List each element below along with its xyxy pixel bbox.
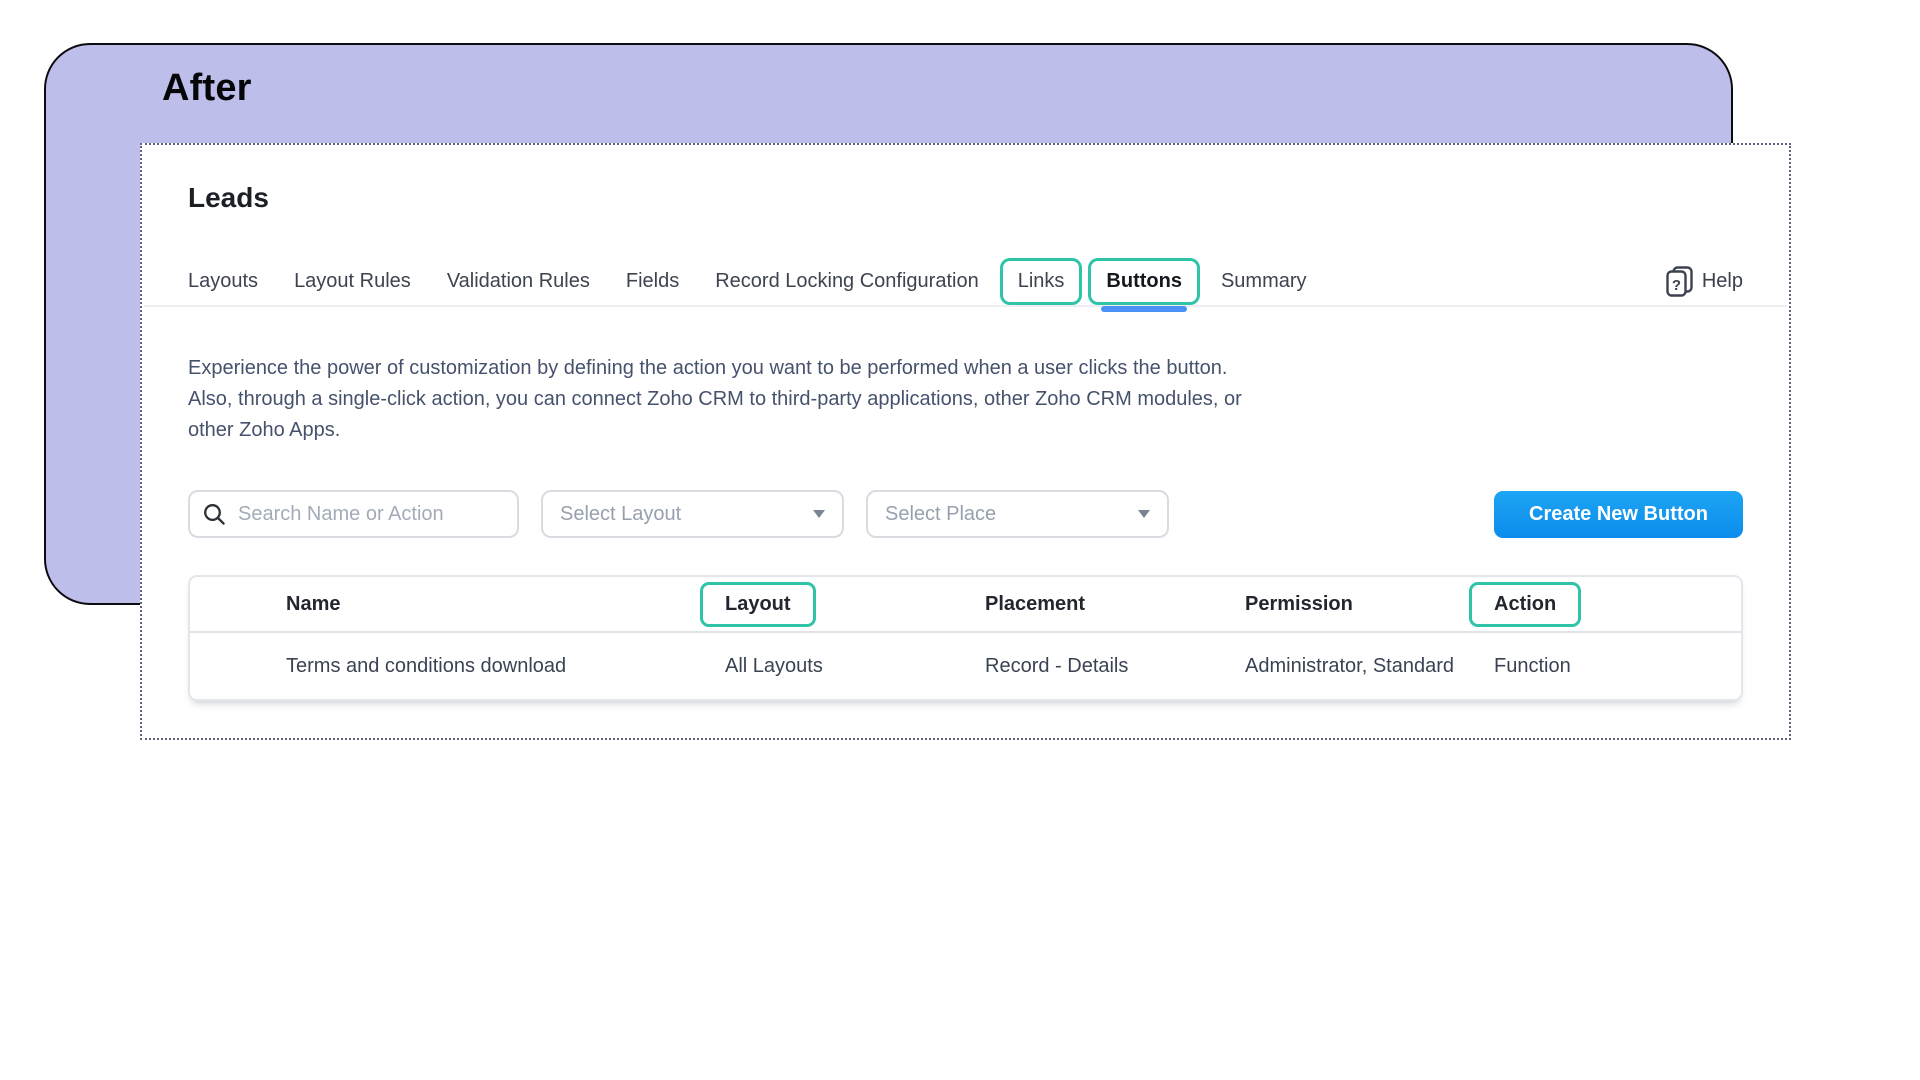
- create-new-button[interactable]: Create New Button: [1494, 491, 1743, 538]
- search-input[interactable]: [236, 502, 504, 527]
- table-header-row: Name Layout Placement Permission Action: [190, 577, 1741, 633]
- help-icon: ?: [1666, 266, 1693, 297]
- page-title: Leads: [188, 182, 1743, 214]
- select-place-dropdown[interactable]: Select Place: [866, 490, 1169, 538]
- chevron-down-icon: [1138, 510, 1150, 518]
- tab-record-locking-configuration[interactable]: Record Locking Configuration: [715, 270, 979, 293]
- tab-bar: Layouts Layout Rules Validation Rules Fi…: [188, 258, 1743, 305]
- search-icon: [203, 503, 226, 526]
- select-place-value: Select Place: [885, 503, 996, 526]
- table-row[interactable]: Terms and conditions download All Layout…: [190, 633, 1741, 699]
- help-link[interactable]: ? Help: [1666, 266, 1743, 297]
- tab-links[interactable]: Links: [1000, 258, 1083, 305]
- cell-name: Terms and conditions download: [190, 655, 725, 678]
- cell-placement: Record - Details: [985, 655, 1245, 678]
- leads-customization-panel: Leads Layouts Layout Rules Validation Ru…: [140, 143, 1791, 740]
- tab-summary[interactable]: Summary: [1221, 270, 1307, 293]
- tab-layouts[interactable]: Layouts: [188, 270, 258, 293]
- tab-fields[interactable]: Fields: [626, 270, 679, 293]
- column-header-layout: Layout: [725, 582, 985, 627]
- select-layout-dropdown[interactable]: Select Layout: [541, 490, 844, 538]
- buttons-table: Name Layout Placement Permission Action …: [188, 575, 1743, 701]
- tab-layout-rules[interactable]: Layout Rules: [294, 270, 411, 293]
- cell-action: Function: [1494, 655, 1741, 678]
- buttons-description-text: Experience the power of customization by…: [188, 353, 1248, 446]
- column-header-permission: Permission: [1245, 593, 1494, 616]
- layout-header-highlight-box: Layout: [700, 582, 816, 627]
- column-header-name: Name: [190, 593, 725, 616]
- tab-validation-rules[interactable]: Validation Rules: [447, 270, 590, 293]
- column-header-placement: Placement: [985, 593, 1245, 616]
- svg-text:?: ?: [1672, 277, 1681, 294]
- filter-toolbar: Select Layout Select Place Create New Bu…: [188, 490, 1743, 538]
- tab-bar-divider: [144, 305, 1787, 307]
- help-label: Help: [1702, 270, 1743, 293]
- search-input-container: [188, 490, 519, 538]
- cell-permission: Administrator, Standard: [1245, 655, 1457, 678]
- action-header-highlight-box: Action: [1469, 582, 1581, 627]
- cell-layout: All Layouts: [725, 655, 985, 678]
- column-header-action: Action: [1494, 582, 1741, 627]
- select-layout-value: Select Layout: [560, 503, 681, 526]
- tab-buttons[interactable]: Buttons: [1088, 258, 1200, 305]
- after-card-label: After: [162, 67, 252, 110]
- chevron-down-icon: [813, 510, 825, 518]
